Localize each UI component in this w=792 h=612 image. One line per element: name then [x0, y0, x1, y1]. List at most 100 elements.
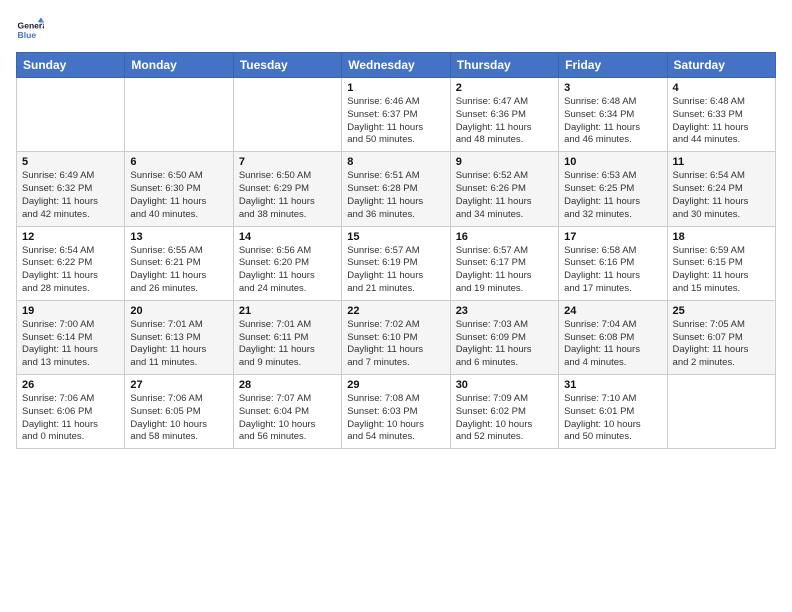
day-number: 17 — [564, 231, 661, 243]
day-info: Sunrise: 7:03 AM Sunset: 6:09 PM Dayligh… — [456, 319, 553, 370]
day-number: 26 — [22, 379, 119, 391]
calendar-cell: 4 Sunrise: 6:48 AM Sunset: 6:33 PM Daylig… — [667, 78, 775, 152]
calendar-cell: 17 Sunrise: 6:58 AM Sunset: 6:16 PM Dayli… — [559, 226, 667, 300]
calendar-cell: 8 Sunrise: 6:51 AM Sunset: 6:28 PM Daylig… — [342, 152, 450, 226]
day-number: 2 — [456, 82, 553, 94]
calendar-cell — [17, 78, 125, 152]
day-info: Sunrise: 6:53 AM Sunset: 6:25 PM Dayligh… — [564, 170, 661, 221]
calendar-cell: 10 Sunrise: 6:53 AM Sunset: 6:25 PM Dayli… — [559, 152, 667, 226]
day-info: Sunrise: 6:54 AM Sunset: 6:24 PM Dayligh… — [673, 170, 770, 221]
weekday-header: Thursday — [450, 53, 558, 78]
day-info: Sunrise: 6:48 AM Sunset: 6:33 PM Dayligh… — [673, 96, 770, 147]
day-info: Sunrise: 7:06 AM Sunset: 6:05 PM Dayligh… — [130, 393, 227, 444]
day-info: Sunrise: 6:50 AM Sunset: 6:29 PM Dayligh… — [239, 170, 336, 221]
day-number: 21 — [239, 305, 336, 317]
day-info: Sunrise: 6:50 AM Sunset: 6:30 PM Dayligh… — [130, 170, 227, 221]
day-number: 11 — [673, 156, 770, 168]
day-number: 30 — [456, 379, 553, 391]
calendar-cell: 29 Sunrise: 7:08 AM Sunset: 6:03 PM Dayli… — [342, 375, 450, 449]
day-info: Sunrise: 7:02 AM Sunset: 6:10 PM Dayligh… — [347, 319, 444, 370]
calendar-cell: 22Sunrise: 7:02 AM Sunset: 6:10 PM Dayli… — [342, 300, 450, 374]
calendar-cell: 16 Sunrise: 6:57 AM Sunset: 6:17 PM Dayli… — [450, 226, 558, 300]
day-info: Sunrise: 7:04 AM Sunset: 6:08 PM Dayligh… — [564, 319, 661, 370]
calendar-cell: 27 Sunrise: 7:06 AM Sunset: 6:05 PM Dayli… — [125, 375, 233, 449]
day-number: 18 — [673, 231, 770, 243]
day-number: 23 — [456, 305, 553, 317]
day-number: 9 — [456, 156, 553, 168]
calendar-cell: 12 Sunrise: 6:54 AM Sunset: 6:22 PM Dayli… — [17, 226, 125, 300]
calendar-cell: 1Sunrise: 6:46 AM Sunset: 6:37 PM Daylig… — [342, 78, 450, 152]
calendar-cell: 20 Sunrise: 7:01 AM Sunset: 6:13 PM Dayli… — [125, 300, 233, 374]
calendar-cell: 14Sunrise: 6:56 AM Sunset: 6:20 PM Dayli… — [233, 226, 341, 300]
day-number: 7 — [239, 156, 336, 168]
svg-text:Blue: Blue — [18, 30, 37, 40]
day-info: Sunrise: 7:01 AM Sunset: 6:13 PM Dayligh… — [130, 319, 227, 370]
calendar-week-row: 12 Sunrise: 6:54 AM Sunset: 6:22 PM Dayli… — [17, 226, 776, 300]
calendar-cell: 9 Sunrise: 6:52 AM Sunset: 6:26 PM Daylig… — [450, 152, 558, 226]
calendar-cell: 3 Sunrise: 6:48 AM Sunset: 6:34 PM Daylig… — [559, 78, 667, 152]
day-info: Sunrise: 6:46 AM Sunset: 6:37 PM Dayligh… — [347, 96, 444, 147]
calendar-cell — [125, 78, 233, 152]
page-header: General Blue — [16, 16, 776, 44]
weekday-header: Saturday — [667, 53, 775, 78]
day-info: Sunrise: 7:09 AM Sunset: 6:02 PM Dayligh… — [456, 393, 553, 444]
day-number: 20 — [130, 305, 227, 317]
day-number: 15 — [347, 231, 444, 243]
day-number: 13 — [130, 231, 227, 243]
day-info: Sunrise: 6:48 AM Sunset: 6:34 PM Dayligh… — [564, 96, 661, 147]
weekday-header: Tuesday — [233, 53, 341, 78]
day-info: Sunrise: 7:05 AM Sunset: 6:07 PM Dayligh… — [673, 319, 770, 370]
day-info: Sunrise: 6:52 AM Sunset: 6:26 PM Dayligh… — [456, 170, 553, 221]
calendar-cell: 28Sunrise: 7:07 AM Sunset: 6:04 PM Dayli… — [233, 375, 341, 449]
day-number: 27 — [130, 379, 227, 391]
calendar-week-row: 19 Sunrise: 7:00 AM Sunset: 6:14 PM Dayli… — [17, 300, 776, 374]
day-info: Sunrise: 6:54 AM Sunset: 6:22 PM Dayligh… — [22, 245, 119, 296]
calendar-cell: 25 Sunrise: 7:05 AM Sunset: 6:07 PM Dayli… — [667, 300, 775, 374]
day-info: Sunrise: 7:06 AM Sunset: 6:06 PM Dayligh… — [22, 393, 119, 444]
logo: General Blue — [16, 16, 44, 44]
day-number: 10 — [564, 156, 661, 168]
calendar-cell: 26 Sunrise: 7:06 AM Sunset: 6:06 PM Dayli… — [17, 375, 125, 449]
day-number: 31 — [564, 379, 661, 391]
day-number: 12 — [22, 231, 119, 243]
day-number: 8 — [347, 156, 444, 168]
day-info: Sunrise: 6:49 AM Sunset: 6:32 PM Dayligh… — [22, 170, 119, 221]
calendar-week-row: 5 Sunrise: 6:49 AM Sunset: 6:32 PM Daylig… — [17, 152, 776, 226]
calendar-week-row: 26 Sunrise: 7:06 AM Sunset: 6:06 PM Dayli… — [17, 375, 776, 449]
calendar-cell: 30 Sunrise: 7:09 AM Sunset: 6:02 PM Dayli… — [450, 375, 558, 449]
calendar-header-row: SundayMondayTuesdayWednesdayThursdayFrid… — [17, 53, 776, 78]
day-number: 6 — [130, 156, 227, 168]
day-number: 19 — [22, 305, 119, 317]
day-number: 25 — [673, 305, 770, 317]
day-number: 24 — [564, 305, 661, 317]
day-number: 16 — [456, 231, 553, 243]
day-info: Sunrise: 6:57 AM Sunset: 6:19 PM Dayligh… — [347, 245, 444, 296]
logo-icon: General Blue — [16, 16, 44, 44]
calendar-cell: 19 Sunrise: 7:00 AM Sunset: 6:14 PM Dayli… — [17, 300, 125, 374]
calendar-cell: 7 Sunrise: 6:50 AM Sunset: 6:29 PM Daylig… — [233, 152, 341, 226]
calendar-cell: 11 Sunrise: 6:54 AM Sunset: 6:24 PM Dayli… — [667, 152, 775, 226]
day-info: Sunrise: 6:51 AM Sunset: 6:28 PM Dayligh… — [347, 170, 444, 221]
calendar-cell: 18 Sunrise: 6:59 AM Sunset: 6:15 PM Dayli… — [667, 226, 775, 300]
day-number: 4 — [673, 82, 770, 94]
day-number: 3 — [564, 82, 661, 94]
calendar-cell — [667, 375, 775, 449]
day-info: Sunrise: 7:01 AM Sunset: 6:11 PM Dayligh… — [239, 319, 336, 370]
calendar-cell: 15 Sunrise: 6:57 AM Sunset: 6:19 PM Dayli… — [342, 226, 450, 300]
calendar-table: SundayMondayTuesdayWednesdayThursdayFrid… — [16, 52, 776, 449]
day-number: 5 — [22, 156, 119, 168]
calendar-cell: 2Sunrise: 6:47 AM Sunset: 6:36 PM Daylig… — [450, 78, 558, 152]
day-number: 29 — [347, 379, 444, 391]
weekday-header: Sunday — [17, 53, 125, 78]
day-info: Sunrise: 6:58 AM Sunset: 6:16 PM Dayligh… — [564, 245, 661, 296]
day-info: Sunrise: 6:59 AM Sunset: 6:15 PM Dayligh… — [673, 245, 770, 296]
day-info: Sunrise: 6:57 AM Sunset: 6:17 PM Dayligh… — [456, 245, 553, 296]
day-info: Sunrise: 7:08 AM Sunset: 6:03 PM Dayligh… — [347, 393, 444, 444]
day-info: Sunrise: 6:55 AM Sunset: 6:21 PM Dayligh… — [130, 245, 227, 296]
day-info: Sunrise: 7:10 AM Sunset: 6:01 PM Dayligh… — [564, 393, 661, 444]
day-info: Sunrise: 7:07 AM Sunset: 6:04 PM Dayligh… — [239, 393, 336, 444]
calendar-cell: 5 Sunrise: 6:49 AM Sunset: 6:32 PM Daylig… — [17, 152, 125, 226]
day-info: Sunrise: 7:00 AM Sunset: 6:14 PM Dayligh… — [22, 319, 119, 370]
calendar-cell: 31 Sunrise: 7:10 AM Sunset: 6:01 PM Dayli… — [559, 375, 667, 449]
weekday-header: Monday — [125, 53, 233, 78]
